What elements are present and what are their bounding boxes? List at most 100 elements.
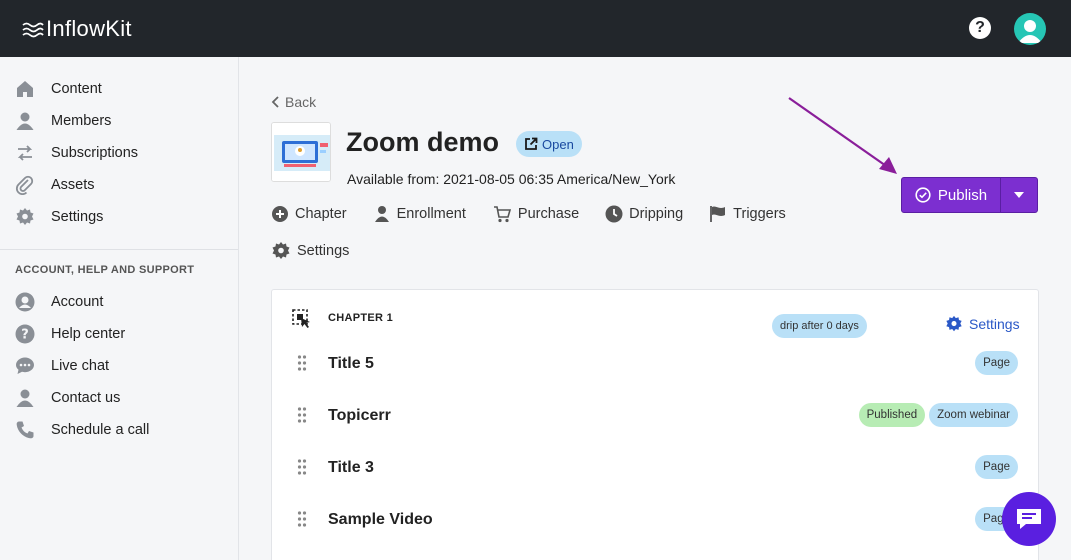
drag-handle-icon[interactable] <box>297 459 307 475</box>
sidebar-divider <box>0 249 238 250</box>
sidebar-item-schedule-call[interactable]: Schedule a call <box>15 418 149 442</box>
person-icon <box>15 111 35 131</box>
list-item[interactable]: Title 3 Page <box>272 453 1040 483</box>
user-avatar-icon <box>1018 20 1042 43</box>
chapter-label: CHAPTER 1 <box>328 312 394 324</box>
sidebar-item-label: Account <box>51 294 104 310</box>
list-item[interactable]: Sample Video Page <box>272 505 1040 535</box>
clock-icon <box>605 205 623 223</box>
thumbnail-illustration <box>272 123 330 181</box>
gear-icon <box>946 315 962 332</box>
home-icon <box>15 79 35 99</box>
sidebar-item-label: Settings <box>51 209 104 225</box>
cart-icon <box>493 206 511 223</box>
tab-triggers[interactable]: Triggers <box>709 205 786 223</box>
page-title: Zoom demo <box>346 127 499 157</box>
waves-icon <box>22 22 44 38</box>
drag-handle-icon[interactable] <box>297 511 307 527</box>
drag-handle-icon[interactable] <box>297 407 307 423</box>
type-badge: Zoom webinar <box>929 403 1018 427</box>
sidebar-item-label: Members <box>51 113 112 129</box>
sidebar-item-label: Assets <box>51 177 95 193</box>
list-item[interactable]: Topicerr Published Zoom webinar <box>272 401 1040 431</box>
account-circle-icon <box>15 292 35 312</box>
sidebar-item-live-chat[interactable]: Live chat <box>15 354 109 378</box>
sidebar-item-subscriptions[interactable]: Subscriptions <box>15 141 138 165</box>
sidebar-item-label: Schedule a call <box>51 422 150 438</box>
list-item[interactable]: Title 5 Page <box>272 349 1040 379</box>
list-item-title: Title 3 <box>328 459 374 476</box>
list-item-title: Topicerr <box>328 407 391 424</box>
person-icon <box>15 388 35 408</box>
avatar[interactable] <box>1014 13 1046 45</box>
check-circle-icon <box>915 187 931 203</box>
tab-label: Purchase <box>517 206 580 222</box>
swap-arrows-icon <box>15 143 35 163</box>
back-label: Back <box>285 94 317 110</box>
tab-label: Triggers <box>733 206 786 222</box>
help-icon[interactable]: ? <box>969 17 991 39</box>
chat-bubble-icon <box>1017 509 1041 529</box>
tab-settings[interactable]: Settings <box>271 241 349 261</box>
publish-split-button: Publish <box>901 177 1038 213</box>
gear-icon <box>15 207 35 227</box>
open-link-badge[interactable]: Open <box>516 131 582 157</box>
question-circle-icon: ? <box>15 324 35 344</box>
action-tabs: Chapter Enrollment Purchase Dripping Tri… <box>271 205 786 223</box>
chapter-settings-label: Settings <box>969 316 1020 332</box>
type-badge: Page <box>975 455 1018 479</box>
tab-label: Chapter <box>295 206 347 222</box>
sidebar-item-settings[interactable]: Settings <box>15 205 103 229</box>
chevron-left-icon <box>271 96 279 108</box>
sidebar-item-help-center[interactable]: ? Help center <box>15 322 125 346</box>
live-chat-launcher[interactable] <box>1002 492 1056 546</box>
app-logo[interactable]: InflowKit <box>22 16 132 42</box>
paperclip-icon <box>15 175 35 195</box>
person-icon <box>374 206 389 222</box>
sidebar: Content Members Subscriptions Assets Set… <box>0 57 239 560</box>
tab-label: Enrollment <box>396 206 466 222</box>
type-badge: Page <box>975 351 1018 375</box>
annotation-arrow <box>788 97 897 174</box>
phone-icon <box>15 420 35 440</box>
tab-label: Settings <box>297 243 350 259</box>
drip-badge: drip after 0 days <box>772 314 867 338</box>
chat-dots-icon <box>15 356 35 376</box>
sidebar-item-label: Help center <box>51 326 126 342</box>
list-item-badges: Page <box>975 455 1018 479</box>
action-tabs-row-2: Settings <box>271 241 349 261</box>
publish-dropdown-toggle[interactable] <box>1001 178 1037 212</box>
chapter-settings-link[interactable]: Settings <box>945 315 1020 333</box>
sidebar-item-label: Content <box>51 81 102 97</box>
gear-icon <box>272 242 290 259</box>
sidebar-item-content[interactable]: Content <box>15 77 102 101</box>
sidebar-item-account[interactable]: Account <box>15 290 103 314</box>
sidebar-item-contact-us[interactable]: Contact us <box>15 386 120 410</box>
tab-enrollment[interactable]: Enrollment <box>373 205 466 223</box>
main-content: Back Zoom demo Open Available from: 2021… <box>239 57 1071 560</box>
course-thumbnail <box>271 122 331 182</box>
sidebar-item-label: Subscriptions <box>51 145 139 161</box>
tab-label: Dripping <box>629 206 684 222</box>
list-item-title: Sample Video <box>328 511 433 528</box>
publish-button[interactable]: Publish <box>902 178 1001 212</box>
publish-label: Publish <box>937 186 988 204</box>
caret-down-icon <box>1014 192 1024 198</box>
logo-text: InflowKit <box>46 16 132 41</box>
plus-circle-icon <box>272 206 288 222</box>
tab-chapter[interactable]: Chapter <box>271 205 347 223</box>
open-label: Open <box>542 136 574 152</box>
tab-purchase[interactable]: Purchase <box>492 205 579 223</box>
drag-handle-icon[interactable] <box>297 355 307 371</box>
external-link-icon <box>525 137 538 150</box>
select-cursor-icon[interactable] <box>292 309 312 329</box>
sidebar-item-members[interactable]: Members <box>15 109 111 133</box>
sidebar-item-label: Live chat <box>51 358 110 374</box>
tab-dripping[interactable]: Dripping <box>605 205 683 223</box>
list-item-badges: Page <box>975 351 1018 375</box>
sidebar-item-assets[interactable]: Assets <box>15 173 95 197</box>
svg-text:?: ? <box>21 328 29 343</box>
back-link[interactable]: Back <box>271 94 316 110</box>
status-badge: Published <box>858 403 926 427</box>
chapter-card: CHAPTER 1 drip after 0 days Settings Tit… <box>271 289 1039 560</box>
